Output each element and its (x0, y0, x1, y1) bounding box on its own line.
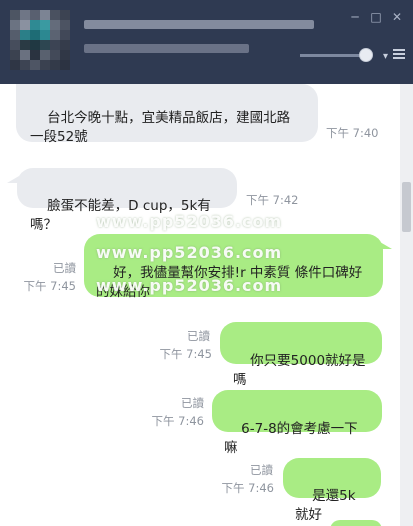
volume-slider-knob[interactable] (359, 48, 373, 62)
contact-name-blurred (84, 20, 314, 29)
chat-header: ─ □ ✕ ▾ (0, 0, 413, 84)
contact-status-blurred (84, 44, 249, 53)
message-bubble-incoming[interactable]: 台北今晚十點，宜美精品飯店，建國北路 一段52號 (16, 84, 318, 145)
message-text: 你只要5000就好是嗎 (233, 353, 366, 388)
close-icon[interactable]: ✕ (390, 10, 404, 24)
message-text: 是還5k就好 (295, 488, 356, 523)
message-time: 下午 7:42 (246, 193, 299, 207)
maximize-icon[interactable]: □ (369, 10, 383, 24)
chat-message-list[interactable]: 台北今晚十點，宜美精品飯店，建國北路 一段52號 下午 7:40 臉蛋不能差，D… (0, 84, 400, 526)
watermark-text: www.pp52036.com (96, 276, 283, 295)
message-time: 下午 7:46 (151, 414, 204, 428)
bubble-tail (380, 242, 392, 249)
avatar[interactable] (10, 10, 70, 70)
message-text: 台北今晚十點，宜美精品飯店，建國北路 一段52號 (30, 110, 291, 145)
read-receipt: 已讀 (181, 396, 204, 410)
message-time: 下午 7:45 (23, 279, 76, 293)
hamburger-icon[interactable] (393, 49, 405, 59)
message-time: 下午 7:45 (159, 347, 212, 361)
message-time: 下午 7:40 (326, 126, 379, 140)
watermark-text: www.pp52036.com (96, 243, 283, 262)
message-bubble-outgoing[interactable]: 是還5k就好 (283, 458, 381, 523)
message-bubble-outgoing-partial[interactable] (330, 520, 382, 526)
message-bubble-incoming[interactable]: 臉蛋不能差，D cup，5k有嗎？ (17, 168, 237, 233)
read-receipt: 已讀 (250, 463, 273, 477)
message-bubble-outgoing[interactable]: 6-7-8的會考慮一下嘛 (212, 390, 382, 456)
scrollbar-thumb[interactable] (402, 182, 411, 232)
message-bubble-outgoing[interactable]: 你只要5000就好是嗎 (220, 322, 382, 388)
read-receipt: 已讀 (53, 261, 76, 275)
message-text: 6-7-8的會考慮一下嘛 (224, 421, 358, 456)
watermark-text: www.pp52036.com (96, 212, 283, 231)
read-receipt: 已讀 (187, 329, 210, 343)
chevron-down-icon[interactable]: ▾ (383, 51, 388, 62)
minimize-icon[interactable]: ─ (348, 10, 362, 24)
scrollbar[interactable] (400, 84, 413, 526)
message-time: 下午 7:46 (221, 481, 274, 495)
